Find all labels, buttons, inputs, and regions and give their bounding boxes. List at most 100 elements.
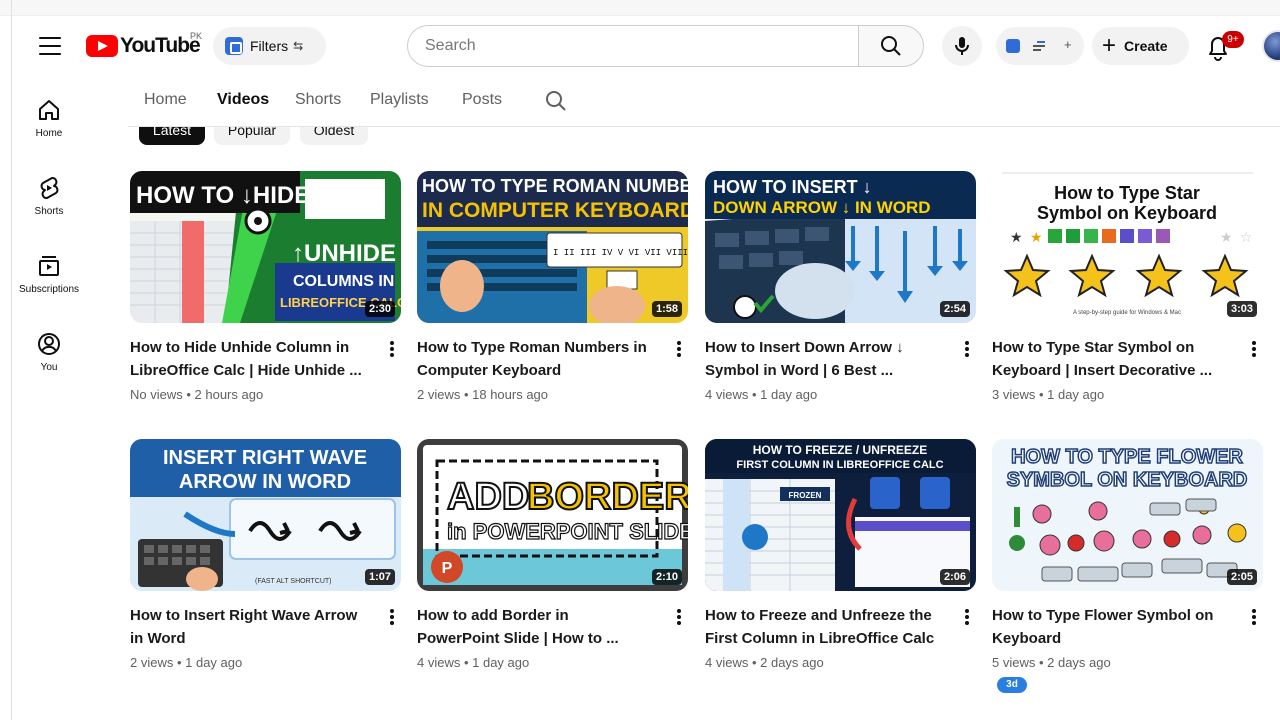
chip-latest[interactable]: Latest [139, 127, 205, 145]
thumbnail-text: SYMBOL ON KEYBOARD [1007, 469, 1248, 491]
video-meta: 5 views • 2 days ago [992, 655, 1111, 670]
video-thumbnail[interactable]: HOW TO TYPE FLOWER SYMBOL ON KEYBOARD 2:… [992, 439, 1263, 591]
home-icon [39, 100, 59, 120]
video-duration: 2:54 [939, 301, 970, 317]
search-icon [881, 36, 901, 56]
filters-button[interactable]: Filters ⇆ [213, 27, 326, 65]
guide-menu-button[interactable] [36, 33, 64, 59]
filters-label: Filters [250, 38, 289, 54]
video-duration: 2:10 [651, 569, 682, 585]
video-title[interactable]: How to add Border in PowerPoint Slide | H… [417, 604, 667, 650]
more-vert-icon [677, 341, 681, 345]
thumbnail-text: (FAST ALT SHORTCUT) [255, 578, 332, 585]
tab-videos[interactable]: Videos [217, 91, 269, 109]
video-thumbnail[interactable]: HOW TO ↓HIDE ↑UNHIDE COLUMNS IN LIBREOFF… [130, 171, 401, 323]
video-actions-button[interactable] [672, 607, 686, 627]
video-actions-button[interactable] [960, 607, 974, 627]
tab-home[interactable]: Home [144, 91, 187, 109]
sidebar-item-you[interactable]: You [13, 331, 85, 373]
extension-icon [225, 37, 243, 55]
sidebar-item-subscriptions[interactable]: Subscriptions [13, 253, 85, 295]
more-vert-icon [677, 609, 681, 613]
video-actions-button[interactable] [960, 339, 974, 359]
video-duration: 2:06 [939, 569, 970, 585]
thumbnail-text: HOW TO TYPE FLOWER [1011, 446, 1243, 468]
thumbnail-image: HOW TO ↓HIDE ↑UNHIDE COLUMNS IN LIBREOFF… [130, 171, 401, 323]
extension-more-icon: + [1064, 37, 1072, 52]
thumbnail-text: HOW TO INSERT ↓ [713, 177, 872, 197]
thumbnail-text: IN COMPUTER KEYBOARD [422, 199, 688, 222]
thumbnail-image: HOW TO FREEZE / UNFREEZE FIRST COLUMN IN… [705, 439, 976, 591]
menu-icon [39, 37, 61, 39]
create-button[interactable]: + Create [1092, 27, 1189, 65]
video-title[interactable]: How to Freeze and Unfreeze the First Colu… [705, 604, 955, 650]
create-label: Create [1124, 38, 1168, 54]
more-vert-icon [965, 609, 969, 613]
shorts-icon [40, 177, 59, 199]
sidebar-item-label: You [40, 362, 58, 373]
thumbnail-image: P ADD BORDER in POWERPOINT SLIDE [417, 439, 688, 591]
video-title[interactable]: How to Type Star Symbol on Keyboard | Ins… [992, 336, 1242, 382]
thumbnail-text: HOW TO TYPE ROMAN NUMBERS [422, 176, 688, 196]
tab-playlists[interactable]: Playlists [370, 91, 429, 109]
youtube-play-icon [86, 35, 118, 57]
sidebar-item-label: Home [35, 128, 63, 139]
video-actions-button[interactable] [672, 339, 686, 359]
video-thumbnail[interactable]: INSERT RIGHT WAVE ARROW IN WORD (FAST AL… [130, 439, 401, 591]
video-thumbnail[interactable]: ★ ★ ★ ☆ How to Type Star Symbol on Keyboard… [992, 171, 1263, 323]
thumbnail-image: HOW TO TYPE ROMAN NUMBERS IN COMPUTER KE… [417, 171, 688, 323]
video-title[interactable]: How to Type Flower Symbol on Keyboard [992, 604, 1242, 650]
more-vert-icon [390, 609, 394, 613]
video-thumbnail[interactable]: HOW TO FREEZE / UNFREEZE FIRST COLUMN IN… [705, 439, 976, 591]
video-actions-button[interactable] [385, 339, 399, 359]
thumbnail-text: INSERT RIGHT WAVE [163, 447, 367, 469]
search-input[interactable] [407, 25, 859, 67]
svg-text:★: ★ [1220, 230, 1233, 246]
svg-text:★: ★ [1010, 230, 1023, 246]
more-vert-icon [390, 341, 394, 345]
logo-text: YouTube [120, 34, 201, 57]
video-title[interactable]: How to Insert Down Arrow ↓ Symbol in Word… [705, 336, 955, 382]
video-duration: 2:30 [364, 301, 395, 317]
video-actions-button[interactable] [385, 607, 399, 627]
voice-search-button[interactable] [942, 26, 982, 66]
chip-oldest[interactable]: Oldest [300, 127, 368, 145]
more-vert-icon [1252, 609, 1256, 613]
search-button[interactable] [858, 25, 924, 67]
chip-popular[interactable]: Popular [214, 127, 290, 145]
tab-posts[interactable]: Posts [462, 91, 502, 109]
account-avatar[interactable] [1262, 30, 1280, 62]
thumbnail-image: HOW TO TYPE FLOWER SYMBOL ON KEYBOARD [992, 439, 1263, 591]
new-badge: 3d [997, 677, 1027, 693]
mic-icon [955, 37, 969, 55]
video-duration: 1:58 [651, 301, 682, 317]
list-icon [1033, 41, 1045, 51]
thumbnail-image: INSERT RIGHT WAVE ARROW IN WORD (FAST AL… [130, 439, 401, 591]
thumbnail-image: HOW TO INSERT ↓ DOWN ARROW ↓ IN WORD [705, 171, 976, 323]
thumbnail-text: How to Type Star [1054, 183, 1200, 203]
svg-text:P: P [442, 560, 453, 577]
youtube-logo[interactable]: YouTube [86, 34, 201, 58]
tab-shorts[interactable]: Shorts [295, 91, 341, 109]
video-title[interactable]: How to Type Roman Numbers in Computer Key… [417, 336, 667, 382]
video-actions-button[interactable] [1247, 607, 1261, 627]
notification-count-badge: 9+ [1222, 31, 1244, 48]
video-thumbnail[interactable]: HOW TO TYPE ROMAN NUMBERS IN COMPUTER KE… [417, 171, 688, 323]
video-actions-button[interactable] [1247, 339, 1261, 359]
video-title[interactable]: How to Insert Right Wave Arrow in Word [130, 604, 380, 650]
sidebar-item-home[interactable]: Home [13, 97, 85, 139]
browser-top-strip [0, 0, 1280, 16]
sidebar-item-label: Subscriptions [18, 284, 80, 295]
sidebar-item-shorts[interactable]: Shorts [13, 175, 85, 217]
video-duration: 2:05 [1226, 569, 1257, 585]
more-vert-icon [1252, 341, 1256, 345]
extensions-pill[interactable]: + [996, 27, 1084, 65]
video-duration: 3:03 [1226, 301, 1257, 317]
video-title[interactable]: How to Hide Unhide Column in LibreOffice … [130, 336, 380, 382]
channel-search-button[interactable] [544, 89, 568, 113]
video-thumbnail[interactable]: P ADD BORDER in POWERPOINT SLIDE 2:10 [417, 439, 688, 591]
thumbnail-text: A step-by-step guide for Windows & Mac [1073, 310, 1181, 316]
video-thumbnail[interactable]: HOW TO INSERT ↓ DOWN ARROW ↓ IN WORD 2:5… [705, 171, 976, 323]
window-edge [11, 0, 12, 720]
thumbnail-text: COLUMNS IN [293, 273, 394, 290]
